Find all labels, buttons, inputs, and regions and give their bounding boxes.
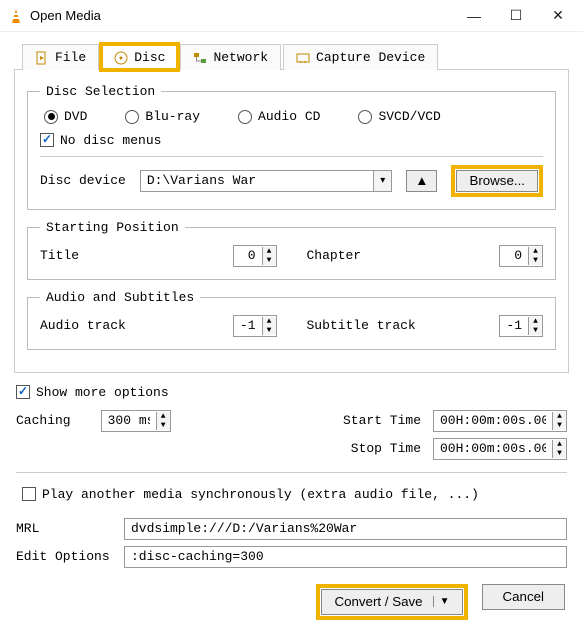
start-time-input[interactable] [434, 411, 552, 431]
disc-panel: Disc Selection DVD Blu-ray Audio CD SVCD… [14, 69, 569, 373]
edit-options-input[interactable] [124, 546, 567, 568]
title-input[interactable] [234, 246, 262, 266]
subtitle-track-spin[interactable]: ▲▼ [499, 315, 543, 337]
tab-file[interactable]: File [22, 44, 99, 70]
audio-subtitles-legend: Audio and Subtitles [40, 290, 200, 305]
browse-highlight: Browse... [451, 165, 543, 197]
tab-file-label: File [55, 50, 86, 65]
check-no-disc-menus[interactable]: No disc menus [40, 133, 161, 148]
radio-bluray-label: Blu-ray [145, 109, 200, 124]
tab-disc[interactable]: Disc [101, 44, 178, 70]
spin-up-icon[interactable]: ▲ [553, 440, 566, 449]
file-icon [35, 51, 49, 65]
tab-capture-label: Capture Device [316, 50, 425, 65]
tab-network[interactable]: Network [180, 44, 281, 70]
chevron-down-icon[interactable]: ▼ [433, 596, 450, 607]
browse-button[interactable]: Browse... [456, 170, 538, 192]
spin-up-icon[interactable]: ▲ [553, 412, 566, 421]
cancel-label: Cancel [503, 589, 545, 604]
check-no-disc-menus-label: No disc menus [60, 133, 161, 148]
spin-down-icon[interactable]: ▼ [529, 326, 542, 335]
audio-track-spin[interactable]: ▲▼ [233, 315, 277, 337]
check-show-more-label: Show more options [36, 385, 169, 400]
disc-icon [114, 51, 128, 65]
convert-save-label: Convert / Save [334, 594, 422, 609]
subtitle-track-input[interactable] [500, 316, 528, 336]
audio-subtitles-group: Audio and Subtitles Audio track ▲▼ Subti… [27, 290, 556, 350]
subtitle-track-label: Subtitle track [307, 318, 416, 333]
caching-spin[interactable]: ▲▼ [101, 410, 171, 432]
check-show-more[interactable]: Show more options [16, 385, 169, 400]
spin-up-icon[interactable]: ▲ [529, 317, 542, 326]
convert-highlight: Convert / Save ▼ [316, 584, 467, 620]
radio-svcd-label: SVCD/VCD [378, 109, 440, 124]
title-label: Title [40, 248, 79, 263]
spin-down-icon[interactable]: ▼ [553, 421, 566, 430]
edit-options-label: Edit Options [16, 549, 116, 564]
spin-down-icon[interactable]: ▼ [529, 256, 542, 265]
disc-device-input[interactable] [141, 171, 373, 191]
radio-dvd-label: DVD [64, 109, 87, 124]
start-time-spin[interactable]: ▲▼ [433, 410, 567, 432]
maximize-button[interactable]: ☐ [495, 1, 537, 31]
starting-position-group: Starting Position Title ▲▼ Chapter ▲▼ [27, 220, 556, 280]
starting-position-legend: Starting Position [40, 220, 185, 235]
radio-svcd[interactable]: SVCD/VCD [358, 109, 440, 124]
minimize-button[interactable]: — [453, 1, 495, 31]
tab-capture[interactable]: Capture Device [283, 44, 438, 70]
disc-device-label: Disc device [40, 173, 126, 188]
browse-button-label: Browse... [469, 173, 525, 188]
start-time-label: Start Time [343, 413, 421, 428]
check-play-another[interactable]: Play another media synchronously (extra … [22, 487, 479, 502]
spin-down-icon[interactable]: ▼ [263, 326, 276, 335]
stop-time-spin[interactable]: ▲▼ [433, 438, 567, 460]
chapter-spin[interactable]: ▲▼ [499, 245, 543, 267]
mrl-label: MRL [16, 521, 116, 536]
caching-label: Caching [16, 413, 71, 428]
eject-button[interactable]: ▲ [406, 170, 437, 192]
disc-selection-legend: Disc Selection [40, 84, 161, 99]
close-button[interactable]: ✕ [537, 1, 579, 31]
eject-icon: ▲ [415, 173, 428, 188]
radio-bluray[interactable]: Blu-ray [125, 109, 200, 124]
network-icon [193, 51, 207, 65]
spin-up-icon[interactable]: ▲ [263, 317, 276, 326]
vlc-cone-icon [8, 8, 24, 24]
capture-icon [296, 51, 310, 65]
tab-network-label: Network [213, 50, 268, 65]
cancel-button[interactable]: Cancel [482, 584, 566, 610]
spin-up-icon[interactable]: ▲ [263, 247, 276, 256]
disc-selection-group: Disc Selection DVD Blu-ray Audio CD SVCD… [27, 84, 556, 210]
audio-track-label: Audio track [40, 318, 126, 333]
radio-audiocd[interactable]: Audio CD [238, 109, 320, 124]
chevron-down-icon[interactable]: ▾ [373, 171, 391, 191]
mrl-input[interactable] [124, 518, 567, 540]
disc-device-combo[interactable]: ▾ [140, 170, 392, 192]
chapter-input[interactable] [500, 246, 528, 266]
caching-input[interactable] [102, 411, 156, 431]
chapter-label: Chapter [307, 248, 362, 263]
title-spin[interactable]: ▲▼ [233, 245, 277, 267]
tab-bar: File Disc Network Capture Device [22, 44, 569, 70]
tab-disc-label: Disc [134, 50, 165, 65]
spin-down-icon[interactable]: ▼ [157, 421, 170, 430]
stop-time-input[interactable] [434, 439, 552, 459]
spin-up-icon[interactable]: ▲ [157, 412, 170, 421]
titlebar: Open Media — ☐ ✕ [0, 0, 583, 32]
spin-down-icon[interactable]: ▼ [263, 256, 276, 265]
check-play-another-label: Play another media synchronously (extra … [42, 487, 479, 502]
spin-up-icon[interactable]: ▲ [529, 247, 542, 256]
spin-down-icon[interactable]: ▼ [553, 449, 566, 458]
radio-dvd[interactable]: DVD [44, 109, 87, 124]
audio-track-input[interactable] [234, 316, 262, 336]
stop-time-label: Stop Time [351, 441, 421, 456]
window-title: Open Media [24, 8, 453, 23]
radio-audiocd-label: Audio CD [258, 109, 320, 124]
